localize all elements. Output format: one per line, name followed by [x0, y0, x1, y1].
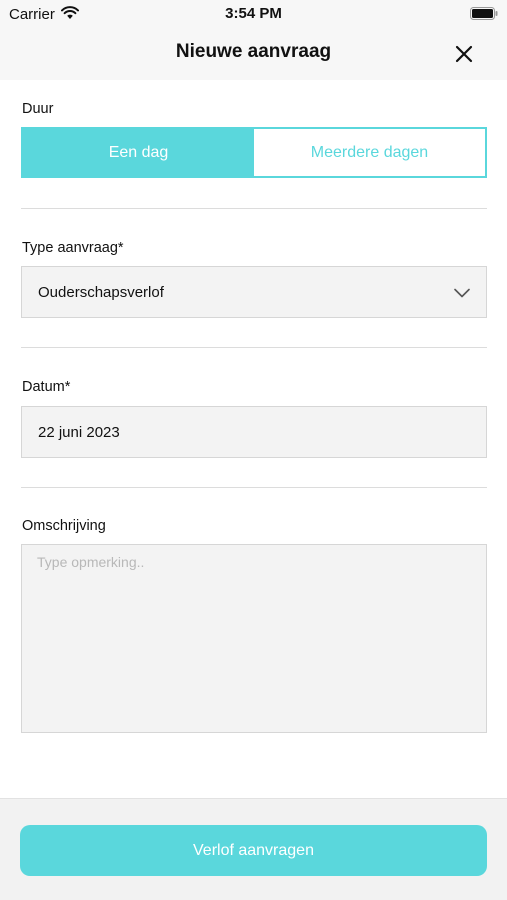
new-request-screen: Carrier 3:54 PM Nieuwe aanvraag Duur Een… — [0, 0, 507, 900]
date-value: 22 juni 2023 — [38, 423, 120, 441]
request-leave-button[interactable]: Verlof aanvragen — [20, 825, 487, 876]
date-field[interactable]: 22 juni 2023 — [21, 406, 487, 458]
divider — [21, 347, 487, 348]
description-placeholder: Type opmerking.. — [37, 554, 145, 570]
status-bar: Carrier 3:54 PM — [0, 0, 507, 28]
description-label: Omschrijving — [22, 518, 106, 534]
description-textarea[interactable]: Type opmerking.. — [21, 544, 487, 733]
segment-multiple-days[interactable]: Meerdere dagen — [254, 129, 485, 176]
duration-segmented-control: Een dag Meerdere dagen — [21, 127, 487, 178]
divider — [21, 487, 487, 488]
close-icon — [455, 45, 473, 63]
date-label: Datum* — [22, 379, 71, 395]
chevron-down-icon — [454, 285, 470, 302]
navigation-bar: Nieuwe aanvraag — [0, 28, 507, 80]
request-type-select[interactable]: Ouderschapsverlof — [21, 266, 487, 318]
duration-label: Duur — [22, 101, 54, 117]
segment-one-day[interactable]: Een dag — [23, 129, 254, 176]
divider — [21, 208, 487, 209]
request-type-label: Type aanvraag* — [22, 240, 124, 256]
close-button[interactable] — [450, 40, 478, 68]
page-title: Nieuwe aanvraag — [175, 41, 332, 62]
request-type-value: Ouderschapsverlof — [38, 283, 164, 301]
battery-icon — [470, 7, 498, 25]
clock: 3:54 PM — [225, 5, 282, 22]
